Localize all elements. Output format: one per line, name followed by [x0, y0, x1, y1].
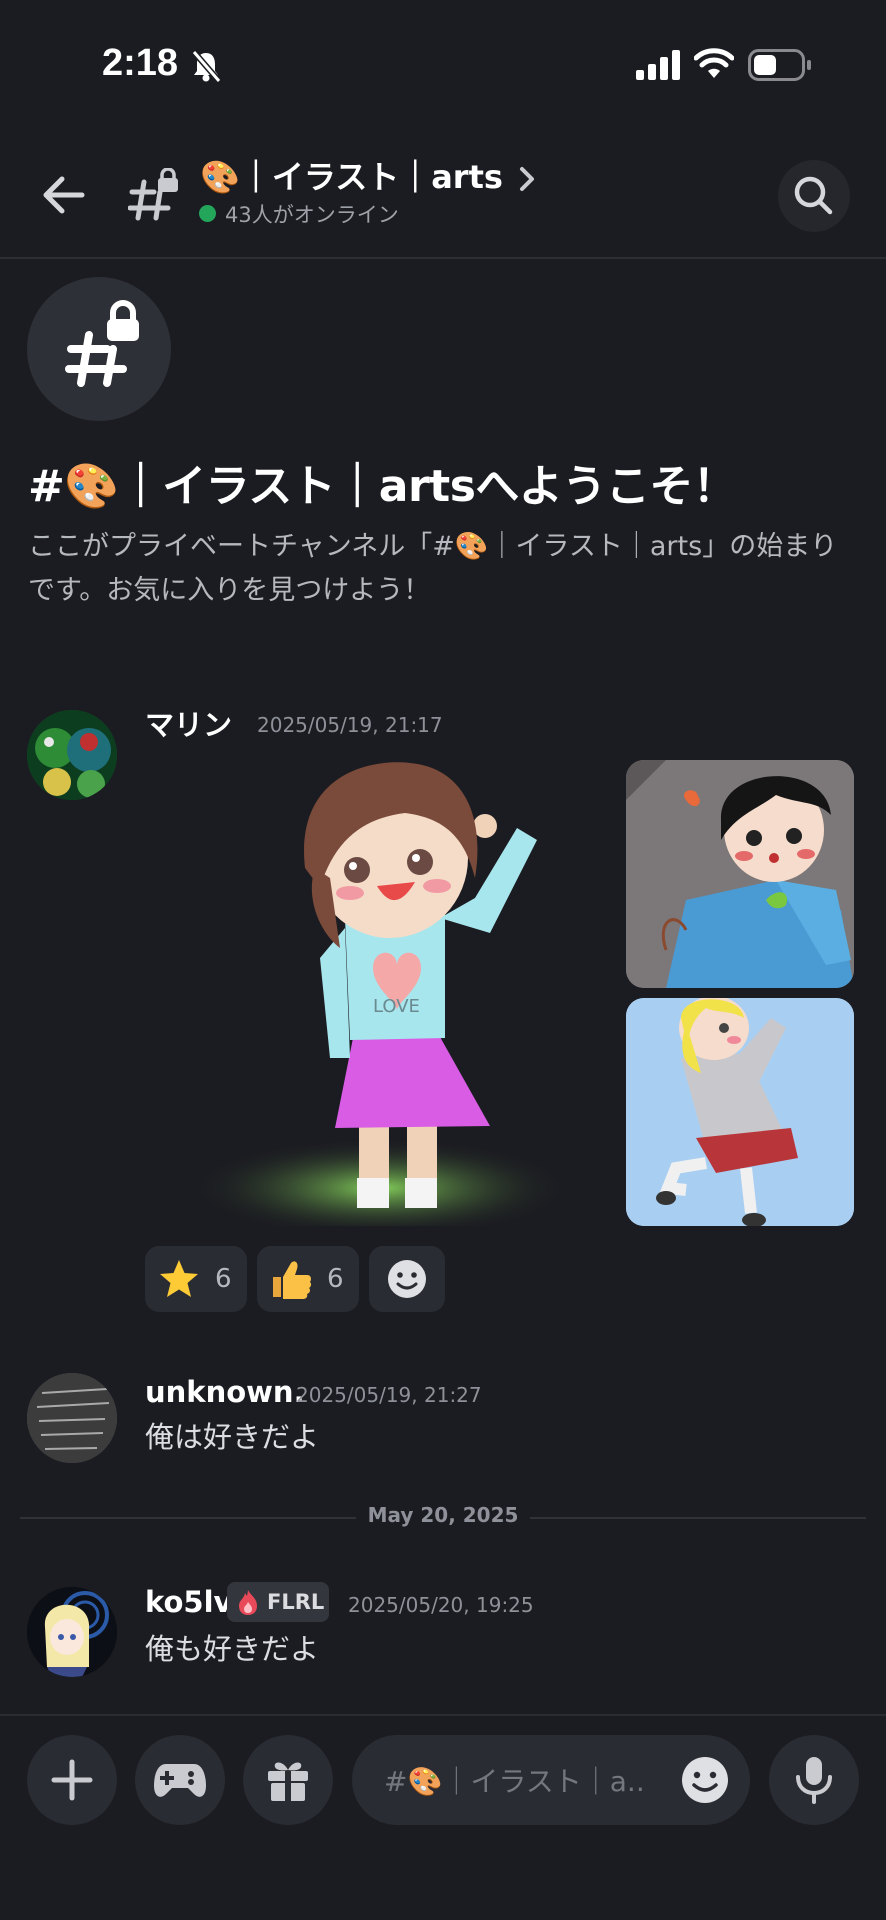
status-time: 2:18: [102, 42, 179, 84]
gift-icon: [268, 1762, 308, 1801]
avatar[interactable]: [27, 710, 117, 800]
locked-hash-icon: [128, 168, 178, 221]
illustration-blonde-girl-running: [626, 998, 854, 1226]
online-status-dot: [199, 205, 216, 222]
message-input-placeholder: #🎨｜イラスト｜a..: [384, 1765, 645, 1798]
illustration-girl-love-shirt: LOVE: [190, 762, 570, 1238]
composer-divider: [0, 1714, 886, 1716]
welcome-description: ここがプライベートチャンネル「#🎨｜イラスト｜arts」の始まりです。お気に入り…: [28, 531, 838, 606]
battery-icon: [748, 49, 811, 81]
bell-muted-icon: [191, 50, 222, 83]
reaction-count: 6: [327, 1264, 344, 1294]
channel-intro-icon: [27, 277, 171, 421]
avatar-image: [27, 1373, 117, 1463]
microphone-icon: [796, 1757, 832, 1804]
message-timestamp: 2025/05/19, 21:17: [257, 713, 443, 737]
emoji-picker-icon[interactable]: [680, 1755, 730, 1805]
reaction-star[interactable]: 6: [145, 1246, 247, 1312]
server-tag-badge[interactable]: FLRL: [227, 1582, 329, 1622]
illustration-blackhair-girl: [626, 760, 854, 988]
reaction-thumbsup[interactable]: 6: [257, 1246, 359, 1312]
chevron-right-icon[interactable]: [516, 164, 538, 194]
svg-text:LOVE: LOVE: [373, 996, 420, 1017]
search-button[interactable]: [778, 160, 850, 232]
welcome-heading: #🎨｜イラスト｜artsへようこそ！: [28, 461, 737, 512]
search-icon: [794, 176, 833, 215]
header-divider: [0, 257, 886, 259]
message-timestamp: 2025/05/19, 21:27: [296, 1383, 482, 1407]
avatar-image: [27, 1587, 117, 1677]
back-arrow-icon[interactable]: [40, 172, 86, 218]
avatar[interactable]: [27, 1587, 117, 1677]
thumbs-up-emoji-icon: [273, 1261, 312, 1299]
message-username[interactable]: マリン: [145, 702, 232, 744]
message-text: 俺も好きだよ: [145, 1632, 320, 1666]
avatar-image: [27, 710, 117, 800]
gamepad-icon: [154, 1764, 206, 1797]
flame-icon: [239, 1590, 257, 1615]
avatar[interactable]: [27, 1373, 117, 1463]
cellular-signal-icon: [636, 50, 680, 80]
date-divider-line: [20, 1517, 356, 1519]
plus-icon: [51, 1759, 93, 1801]
server-tag-label: FLRL: [267, 1590, 325, 1614]
date-divider-line: [530, 1517, 866, 1519]
message-username[interactable]: ko5lv: [145, 1585, 232, 1619]
online-count: 43人がオンライン: [225, 203, 399, 227]
wifi-icon: [694, 48, 734, 78]
activities-button[interactable]: [135, 1735, 225, 1825]
star-emoji-icon: [160, 1260, 198, 1297]
message-timestamp: 2025/05/20, 19:25: [348, 1593, 534, 1617]
voice-message-button[interactable]: [769, 1735, 859, 1825]
reaction-count: 6: [215, 1264, 232, 1294]
message-text: 俺は好きだよ: [145, 1420, 320, 1454]
message-username[interactable]: unknown.: [145, 1375, 305, 1409]
image-attachment[interactable]: LOVE: [145, 758, 617, 1238]
gift-button[interactable]: [243, 1735, 333, 1825]
add-reaction-smiley-icon: [388, 1260, 426, 1298]
add-attachment-button[interactable]: [27, 1735, 117, 1825]
add-reaction-button[interactable]: [369, 1246, 445, 1312]
image-attachment[interactable]: [626, 998, 854, 1226]
channel-title[interactable]: 🎨｜イラスト｜arts: [200, 152, 503, 198]
locked-hash-icon: [65, 300, 139, 387]
image-attachment[interactable]: [626, 760, 854, 988]
date-divider: May 20, 2025: [367, 1503, 519, 1527]
